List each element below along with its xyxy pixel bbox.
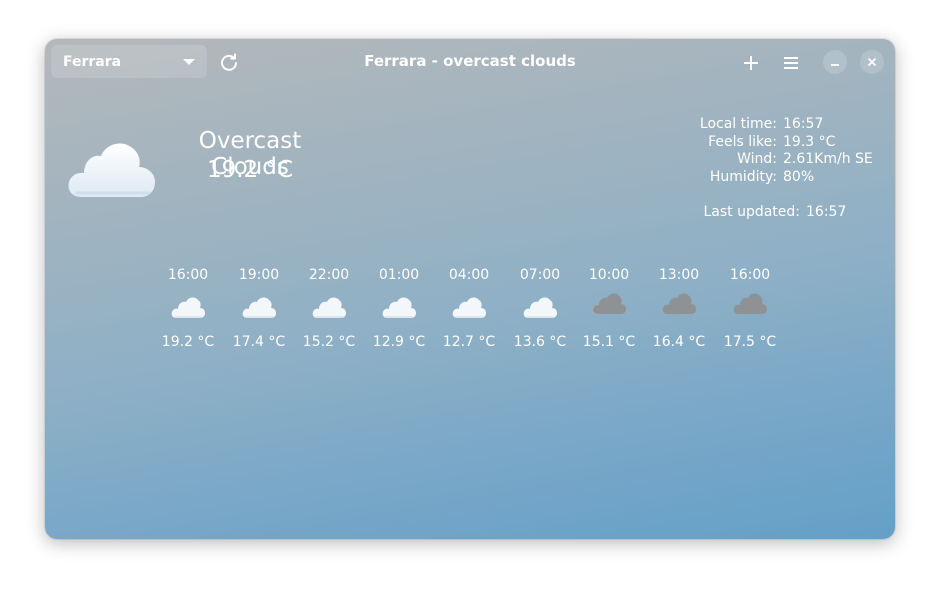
forecast-item: 19:00 17.4 °C: [224, 265, 294, 352]
cloud-icon: [242, 297, 276, 318]
hamburger-menu-icon: [784, 57, 798, 69]
forecast-time: 01:00: [378, 267, 420, 283]
forecast-time: 16:00: [729, 267, 771, 283]
cloud-icon: [171, 297, 205, 318]
wind-label: Wind:: [737, 151, 777, 167]
forecast-time: 10:00: [588, 267, 630, 283]
forecast-item: 01:00 12.9 °C: [364, 265, 434, 352]
feels-like-label: Feels like:: [708, 133, 777, 150]
main-menu-button[interactable]: [779, 51, 803, 75]
current-temperature: 19.2 °C: [206, 157, 294, 183]
forecast-temp: 16.4 °C: [652, 334, 706, 350]
humidity-label: Humidity:: [709, 168, 777, 185]
forecast-temp: 15.2 °C: [302, 334, 356, 350]
dark-cloud-icon: [662, 293, 696, 314]
local-time-label: Local time:: [699, 116, 777, 132]
forecast-temp: 15.1 °C: [582, 334, 636, 350]
cloud-icon: [382, 297, 416, 318]
forecast-item: 10:00 15.1 °C: [574, 265, 644, 352]
humidity-value: 80%: [783, 168, 815, 185]
app-window: Ferrara Ferrara - overcast clouds Overca…: [45, 39, 895, 539]
forecast-time: 13:00: [658, 267, 700, 283]
forecast-item: 16:00 17.5 °C: [715, 265, 785, 352]
refresh-button[interactable]: [217, 52, 241, 74]
minimize-icon: [831, 64, 839, 66]
location-label: Ferrara: [63, 53, 122, 70]
rain-cloud-icon: [592, 293, 626, 321]
cloud-icon: [312, 297, 346, 318]
forecast-item: 16:00 19.2 °C: [153, 265, 223, 352]
minimize-button[interactable]: [823, 50, 847, 74]
cloud-icon: [523, 297, 557, 318]
forecast-temp: 19.2 °C: [161, 334, 215, 350]
location-dropdown[interactable]: Ferrara: [51, 45, 207, 78]
wind-value: 2.61Km/h SE: [783, 151, 873, 167]
close-button[interactable]: [860, 50, 884, 74]
header-bar: Ferrara Ferrara - overcast clouds: [45, 39, 895, 85]
forecast-time: 07:00: [519, 267, 561, 283]
chevron-down-icon: [183, 58, 195, 65]
forecast-temp: 17.5 °C: [723, 334, 777, 350]
add-location-button[interactable]: [739, 51, 763, 75]
forecast-item: 07:00 13.6 °C: [505, 265, 575, 352]
forecast-time: 22:00: [308, 267, 350, 283]
forecast-item: 22:00 15.2 °C: [294, 265, 364, 352]
forecast-temp: 12.9 °C: [372, 334, 426, 350]
local-time-value: 16:57: [783, 116, 824, 132]
forecast-time: 19:00: [238, 267, 280, 283]
forecast-time: 16:00: [167, 267, 209, 283]
forecast-temp: 12.7 °C: [442, 334, 496, 350]
close-icon: [867, 57, 877, 67]
dark-cloud-icon: [733, 293, 767, 314]
last-updated-value: 16:57: [806, 204, 847, 220]
forecast-temp: 13.6 °C: [513, 334, 567, 350]
forecast-item: 04:00 12.7 °C: [434, 265, 504, 352]
forecast-time: 04:00: [448, 267, 490, 283]
forecast-temp: 17.4 °C: [232, 334, 286, 350]
cloud-icon: [68, 143, 155, 197]
refresh-icon: [221, 53, 237, 71]
forecast-item: 13:00 16.4 °C: [644, 265, 714, 352]
feels-like-value: 19.3 °C: [783, 133, 836, 150]
cloud-icon: [452, 297, 486, 318]
last-updated-label: Last updated:: [703, 204, 800, 220]
plus-icon: [744, 56, 758, 70]
